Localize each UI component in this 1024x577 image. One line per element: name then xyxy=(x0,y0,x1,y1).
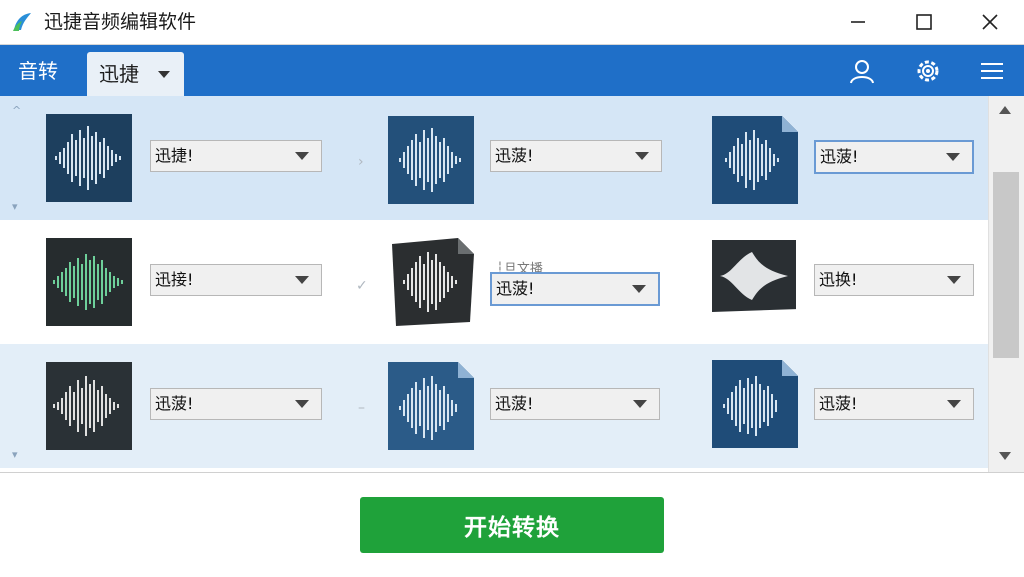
check-icon: ✓ xyxy=(356,278,368,294)
file-list: ^ ▾ 迅捷! › 迅菠! 迅菠! 迅接! ✓ ┆旦文播 迅菠! 迅换! 迅菠!… xyxy=(0,96,988,472)
vertical-scrollbar[interactable] xyxy=(988,96,1024,472)
format-dropdown-value: 迅菠! xyxy=(496,279,535,298)
minimize-button[interactable] xyxy=(830,0,886,44)
format-dropdown[interactable]: 迅接! xyxy=(150,264,322,296)
arrow-right-icon: › xyxy=(358,154,364,170)
format-dropdown[interactable]: 迅菠! xyxy=(490,272,660,306)
format-dropdown[interactable]: 迅菠! xyxy=(814,140,974,174)
tab-audio-convert[interactable]: 音转 xyxy=(18,49,58,93)
chevron-down-icon xyxy=(635,152,649,160)
chevron-down-icon xyxy=(633,400,647,408)
chevron-down-icon xyxy=(946,153,960,161)
format-dropdown-value: 迅菠! xyxy=(495,146,534,165)
format-dropdown[interactable]: 迅菠! xyxy=(150,388,322,420)
close-button[interactable] xyxy=(962,0,1018,44)
scrollbar-thumb[interactable] xyxy=(993,172,1019,358)
chevron-down-icon xyxy=(632,285,646,293)
minimize-icon xyxy=(851,21,865,23)
audio-waveform-thumbnail xyxy=(712,240,796,312)
app-logo-icon xyxy=(13,13,31,31)
chevron-down-icon xyxy=(295,152,309,160)
maximize-button[interactable] xyxy=(896,0,952,44)
maximize-icon xyxy=(916,14,932,30)
list-item[interactable]: ^ ▾ 迅捷! › 迅菠! 迅菠! xyxy=(0,96,988,220)
format-dropdown[interactable]: 迅菠! xyxy=(490,140,662,172)
main-toolbar: 音转 迅捷 xyxy=(0,45,1024,96)
format-dropdown[interactable]: 迅换! xyxy=(814,264,974,296)
format-dropdown[interactable]: 迅捷! xyxy=(150,140,322,172)
format-dropdown-value: 迅换! xyxy=(819,270,858,289)
collapse-up-icon[interactable]: ^ xyxy=(12,104,21,117)
footer-bar: 开始转换 xyxy=(0,472,1024,577)
format-dropdown-value: 迅接! xyxy=(155,270,194,289)
user-icon[interactable] xyxy=(848,57,876,85)
audio-file-icon xyxy=(388,362,474,450)
format-dropdown[interactable]: 迅菠! xyxy=(490,388,660,420)
chevron-down-icon xyxy=(295,276,309,284)
format-dropdown-value: 迅菠! xyxy=(495,394,534,413)
window-title: 迅捷音频编辑软件 xyxy=(44,11,197,33)
audio-file-icon xyxy=(392,238,474,326)
chevron-down-icon xyxy=(947,400,961,408)
scroll-down-icon[interactable] xyxy=(999,452,1011,460)
filter-icon[interactable]: ▾ xyxy=(12,448,18,461)
chevron-down-icon xyxy=(158,71,170,78)
audio-waveform-thumbnail xyxy=(46,114,132,202)
list-item[interactable]: 迅接! ✓ ┆旦文播 迅菠! 迅换! xyxy=(0,220,988,344)
close-icon xyxy=(982,14,998,30)
dash-icon: – xyxy=(358,400,365,416)
tab-xunjie[interactable]: 迅捷 xyxy=(87,52,184,96)
format-dropdown-value: 迅菠! xyxy=(155,394,194,413)
format-dropdown-value: 迅菠! xyxy=(820,147,859,166)
title-bar: 迅捷音频编辑软件 xyxy=(0,0,1024,45)
scroll-up-icon[interactable] xyxy=(999,106,1011,114)
format-dropdown[interactable]: 迅菠! xyxy=(814,388,974,420)
collapse-down-icon[interactable]: ▾ xyxy=(12,200,18,213)
gear-icon[interactable] xyxy=(914,57,942,85)
audio-waveform-thumbnail xyxy=(46,362,132,450)
chevron-down-icon xyxy=(295,400,309,408)
audio-file-icon xyxy=(712,116,798,204)
audio-waveform-thumbnail xyxy=(46,238,132,326)
audio-file-icon xyxy=(712,360,798,448)
menu-icon[interactable] xyxy=(978,57,1006,85)
format-dropdown-value: 迅捷! xyxy=(155,146,194,165)
audio-waveform-thumbnail xyxy=(388,116,474,204)
tab-xunjie-label: 迅捷 xyxy=(99,62,139,86)
chevron-down-icon xyxy=(947,276,961,284)
format-dropdown-value: 迅菠! xyxy=(819,394,858,413)
start-convert-button[interactable]: 开始转换 xyxy=(360,497,664,553)
list-item[interactable]: 迅菠! – 迅菠! 迅菠! ▾ xyxy=(0,344,988,468)
